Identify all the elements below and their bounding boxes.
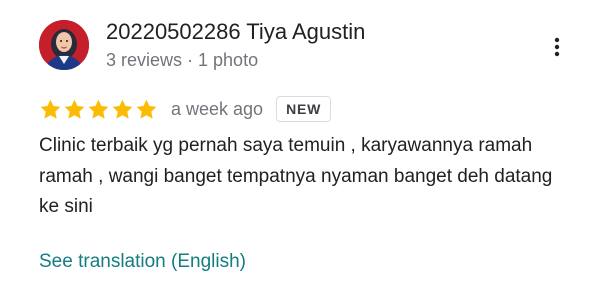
- review-time: a week ago: [171, 98, 264, 119]
- more-options-button[interactable]: [543, 33, 571, 61]
- see-translation-link[interactable]: See translation (English): [39, 248, 246, 276]
- author-meta: 3 reviews · 1 photo: [106, 50, 259, 70]
- star-icon: [136, 99, 157, 119]
- star-icon: [64, 99, 85, 119]
- star-icon: [112, 99, 133, 119]
- avatar-photo-icon: [39, 20, 89, 70]
- author-avatar[interactable]: [39, 20, 89, 70]
- review-text: Clinic terbaik yg pernah saya temuin , k…: [39, 135, 553, 217]
- review-card: 20220502286 Tiya Agustin 3 reviews · 1 p…: [0, 0, 604, 289]
- more-vert-icon: [554, 37, 560, 57]
- rating-row: a week ago NEW: [39, 94, 332, 124]
- star-rating: [39, 98, 159, 121]
- star-icon: [88, 99, 109, 119]
- author-name[interactable]: 20220502286 Tiya Agustin: [106, 17, 365, 47]
- star-icon: [40, 99, 61, 119]
- new-badge: NEW: [276, 96, 332, 122]
